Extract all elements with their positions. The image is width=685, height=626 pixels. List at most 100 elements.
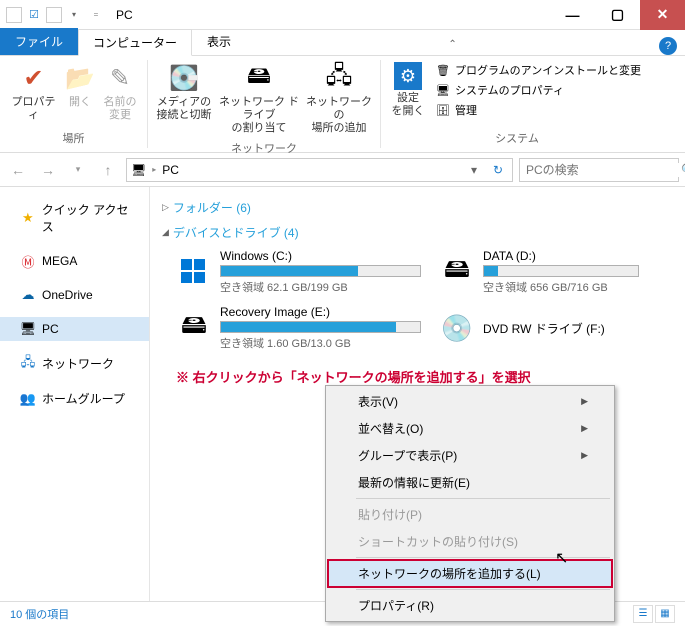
menu-separator bbox=[356, 498, 610, 499]
ctx-properties[interactable]: プロパティ(R) bbox=[328, 592, 612, 619]
ctx-sort[interactable]: 並べ替え(O)▶ bbox=[328, 415, 612, 442]
qat-dropdown-icon[interactable]: ▾ bbox=[64, 5, 84, 25]
star-icon: ★ bbox=[20, 210, 36, 226]
addloc-icon: 🖧 bbox=[323, 62, 355, 94]
nav-homegroup[interactable]: 👥ホームグループ bbox=[0, 386, 149, 411]
media-button[interactable]: 💽 メディアの 接続と切断 bbox=[154, 60, 214, 124]
pc-icon: 🖥 bbox=[20, 321, 36, 337]
tab-computer[interactable]: コンピューター bbox=[78, 29, 192, 56]
ctx-view[interactable]: 表示(V)▶ bbox=[328, 388, 612, 415]
usage-bar bbox=[220, 265, 421, 277]
devices-section-header[interactable]: ◢デバイスとドライブ (4) bbox=[162, 220, 673, 245]
title-bar: ☑ ▾ = PC — ▢ ✕ bbox=[0, 0, 685, 30]
maximize-button[interactable]: ▢ bbox=[595, 0, 640, 30]
recent-dropdown[interactable]: ▾ bbox=[66, 158, 90, 182]
nav-network[interactable]: 🖧ネットワーク bbox=[0, 351, 149, 376]
nav-pc[interactable]: 🖥PC bbox=[0, 317, 149, 341]
uninstall-link[interactable]: 🗑 プログラムのアンインストールと変更 bbox=[435, 62, 641, 78]
drive-c[interactable]: Windows (C:) 空き領域 62.1 GB/199 GB bbox=[176, 249, 421, 295]
minimize-button[interactable]: — bbox=[550, 0, 595, 30]
open-icon: 📂 bbox=[64, 62, 96, 94]
menu-separator bbox=[356, 589, 610, 590]
ctx-add-network-location[interactable]: ネットワークの場所を追加する(L) bbox=[328, 560, 612, 587]
homegroup-icon: 👥 bbox=[20, 391, 36, 407]
sysprops-icon: 🖥 bbox=[435, 82, 451, 98]
open-button: 📂 開く bbox=[61, 60, 99, 111]
checkmark-icon: ✔ bbox=[18, 62, 50, 94]
qat-checkbox-icon[interactable]: ☑ bbox=[24, 5, 44, 25]
help-icon[interactable]: ? bbox=[659, 37, 677, 55]
address-field[interactable]: 🖥 ▸ PC ▾ ↻ bbox=[126, 158, 513, 182]
forward-button[interactable]: → bbox=[36, 158, 60, 182]
window-title: PC bbox=[106, 8, 550, 22]
windows-drive-icon bbox=[176, 254, 212, 290]
mega-icon: Ⓜ bbox=[20, 253, 36, 269]
folders-section-header[interactable]: ▷フォルダー (6) bbox=[162, 195, 673, 220]
icons-view-button[interactable]: ▦ bbox=[655, 605, 675, 623]
netdrive-icon: 🖴 bbox=[243, 62, 275, 94]
collapse-icon: ▷ bbox=[162, 202, 169, 213]
nav-onedrive[interactable]: ☁OneDrive bbox=[0, 283, 149, 307]
group-location-label: 場所 bbox=[63, 128, 85, 148]
search-input[interactable] bbox=[526, 163, 681, 177]
rename-icon: ✎ bbox=[104, 62, 136, 94]
app-icon bbox=[6, 7, 22, 23]
context-menu: 表示(V)▶ 並べ替え(O)▶ グループで表示(P)▶ 最新の情報に更新(E) … bbox=[325, 385, 615, 622]
nav-mega[interactable]: ⓂMEGA bbox=[0, 249, 149, 273]
menu-separator bbox=[356, 557, 610, 558]
hdd-icon: 🖴 bbox=[439, 254, 475, 290]
ctx-group[interactable]: グループで表示(P)▶ bbox=[328, 442, 612, 469]
expand-icon: ◢ bbox=[162, 227, 169, 238]
qat-separator: = bbox=[86, 5, 106, 25]
dvd-icon: 💿 bbox=[439, 310, 475, 346]
item-count: 10 個の項目 bbox=[10, 606, 69, 622]
usage-bar bbox=[483, 265, 639, 277]
submenu-arrow-icon: ▶ bbox=[581, 396, 588, 407]
ribbon-expand-icon[interactable]: ⌃ bbox=[433, 34, 471, 55]
settings-button[interactable]: ⚙ 設定 を開く bbox=[387, 60, 429, 120]
add-location-button[interactable]: 🖧 ネットワークの 場所の追加 bbox=[304, 60, 374, 138]
gear-icon: ⚙ bbox=[394, 62, 422, 90]
hdd-icon: 🖴 bbox=[176, 310, 212, 346]
manage-icon: 🗄 bbox=[435, 102, 451, 118]
properties-button[interactable]: ✔ プロパティ bbox=[6, 60, 61, 124]
nav-quick-access[interactable]: ★クイック アクセス bbox=[0, 197, 149, 239]
up-button[interactable]: ↑ bbox=[96, 158, 120, 182]
ribbon-tabs: ファイル コンピューター 表示 ⌃ ? bbox=[0, 30, 685, 56]
network-icon: 🖧 bbox=[20, 356, 36, 372]
close-button[interactable]: ✕ bbox=[640, 0, 685, 30]
ctx-paste-shortcut: ショートカットの貼り付け(S) bbox=[328, 528, 612, 555]
group-system-label: システム bbox=[495, 128, 539, 148]
qat-folder-icon[interactable] bbox=[46, 7, 62, 23]
usage-bar bbox=[220, 321, 421, 333]
address-dropdown-icon[interactable]: ▾ bbox=[466, 163, 482, 177]
annotation-text: ※ 右クリックから「ネットワークの場所を追加する」を選択 bbox=[162, 363, 673, 386]
drive-d[interactable]: 🖴 DATA (D:) 空き領域 656 GB/716 GB bbox=[439, 249, 639, 295]
system-properties-link[interactable]: 🖥 システムのプロパティ bbox=[435, 82, 641, 98]
tab-view[interactable]: 表示 bbox=[192, 28, 246, 55]
cloud-icon: ☁ bbox=[20, 287, 36, 303]
search-icon[interactable]: 🔍 bbox=[681, 163, 685, 177]
drive-e[interactable]: 🖴 Recovery Image (E:) 空き領域 1.60 GB/13.0 … bbox=[176, 305, 421, 351]
map-drive-button[interactable]: 🖴 ネットワーク ドライブ の割り当て bbox=[214, 60, 304, 138]
ribbon: ✔ プロパティ 📂 開く ✎ 名前の 変更 場所 💽 メディアの 接続と切断 🖴… bbox=[0, 56, 685, 153]
pc-breadcrumb-icon: 🖥 bbox=[131, 163, 146, 177]
ctx-paste: 貼り付け(P) bbox=[328, 501, 612, 528]
drive-f[interactable]: 💿 DVD RW ドライブ (F:) bbox=[439, 305, 639, 351]
nav-pane: ★クイック アクセス ⓂMEGA ☁OneDrive 🖥PC 🖧ネットワーク 👥… bbox=[0, 187, 150, 601]
tab-file[interactable]: ファイル bbox=[0, 28, 78, 55]
ctx-refresh[interactable]: 最新の情報に更新(E) bbox=[328, 469, 612, 496]
address-bar: ← → ▾ ↑ 🖥 ▸ PC ▾ ↻ 🔍 bbox=[0, 153, 685, 187]
submenu-arrow-icon: ▶ bbox=[581, 450, 588, 461]
uninstall-icon: 🗑 bbox=[435, 62, 451, 78]
details-view-button[interactable]: ☰ bbox=[633, 605, 653, 623]
group-network-label: ネットワーク bbox=[231, 138, 297, 158]
submenu-arrow-icon: ▶ bbox=[581, 423, 588, 434]
breadcrumb-pc[interactable]: PC bbox=[162, 163, 179, 177]
back-button[interactable]: ← bbox=[6, 158, 30, 182]
rename-button: ✎ 名前の 変更 bbox=[99, 60, 141, 124]
media-icon: 💽 bbox=[168, 62, 200, 94]
refresh-icon[interactable]: ↻ bbox=[488, 163, 508, 177]
manage-link[interactable]: 🗄 管理 bbox=[435, 102, 641, 118]
search-box[interactable]: 🔍 bbox=[519, 158, 679, 182]
